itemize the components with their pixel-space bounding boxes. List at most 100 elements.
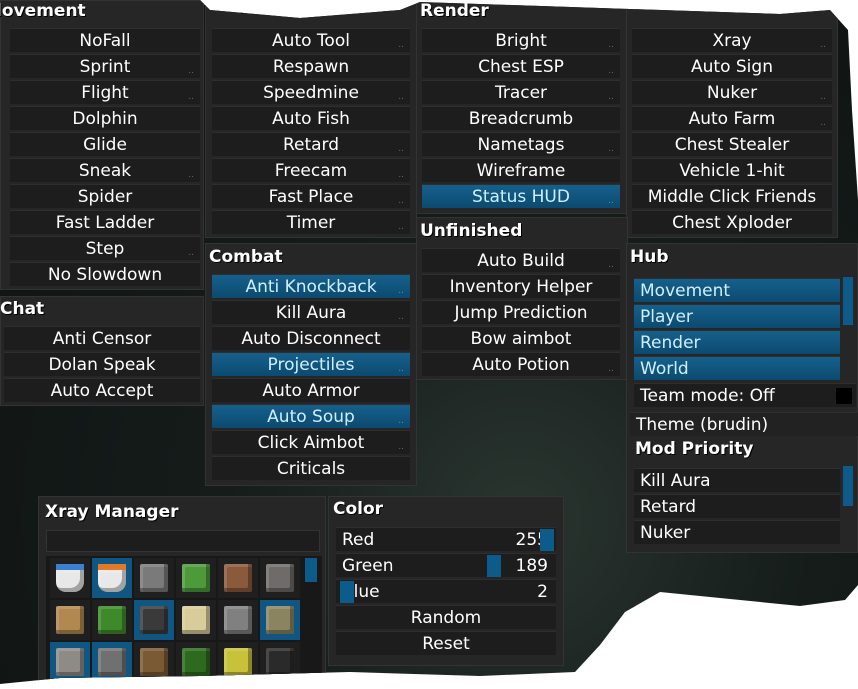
settings-dots-icon[interactable]: .. bbox=[608, 41, 614, 50]
module-breadcrumb[interactable]: Breadcrumb bbox=[422, 106, 620, 130]
module-auto-sign[interactable]: Auto Sign bbox=[632, 54, 832, 78]
module-spider[interactable]: Spider bbox=[10, 184, 200, 208]
settings-dots-icon[interactable]: .. bbox=[188, 93, 194, 102]
mod-priority-scrollbar[interactable] bbox=[843, 466, 853, 506]
module-auto-farm[interactable]: Auto Farm.. bbox=[632, 106, 832, 130]
module-jump-prediction[interactable]: Jump Prediction bbox=[422, 300, 620, 324]
team-mode-checkbox[interactable] bbox=[836, 388, 852, 404]
module-nuker[interactable]: Nuker.. bbox=[632, 80, 832, 104]
module-sprint[interactable]: Sprint.. bbox=[10, 54, 200, 78]
module-timer[interactable]: Timer.. bbox=[212, 210, 410, 234]
module-nametags[interactable]: Nametags.. bbox=[422, 132, 620, 156]
random-button[interactable]: Random bbox=[336, 605, 556, 629]
module-nofall[interactable]: NoFall bbox=[10, 28, 200, 52]
mod-priority-item[interactable]: Retard bbox=[634, 494, 840, 518]
xray-block-grass[interactable] bbox=[176, 558, 216, 598]
module-anti-knockback[interactable]: Anti Knockback.. bbox=[212, 274, 410, 298]
module-chest-esp[interactable]: Chest ESP.. bbox=[422, 54, 620, 78]
settings-dots-icon[interactable]: .. bbox=[188, 67, 194, 76]
xray-block-planks[interactable] bbox=[50, 600, 90, 640]
xray-block-water-bucket[interactable] bbox=[50, 558, 90, 598]
reset-button[interactable]: Reset bbox=[336, 631, 556, 655]
team-mode-toggle[interactable]: Team mode: Off bbox=[634, 383, 856, 407]
module-middle-click-friends[interactable]: Middle Click Friends bbox=[632, 184, 832, 208]
settings-dots-icon[interactable]: .. bbox=[398, 443, 404, 452]
settings-dots-icon[interactable]: .. bbox=[188, 171, 194, 180]
module-inventory-helper[interactable]: Inventory Helper bbox=[422, 274, 620, 298]
xray-block-sandstone[interactable] bbox=[176, 600, 216, 640]
xray-block-coal-ore[interactable] bbox=[134, 600, 174, 640]
module-bright[interactable]: Bright.. bbox=[422, 28, 620, 52]
red-slider[interactable]: Red 255 bbox=[336, 527, 556, 551]
mod-priority-item[interactable]: Kill Aura bbox=[634, 468, 840, 492]
settings-dots-icon[interactable]: .. bbox=[608, 67, 614, 76]
settings-dots-icon[interactable]: .. bbox=[398, 41, 404, 50]
theme-button[interactable]: Theme (brudin) bbox=[630, 412, 858, 436]
hub-category-player[interactable]: Player bbox=[634, 304, 840, 328]
settings-dots-icon[interactable]: .. bbox=[820, 41, 826, 50]
module-vehicle-1-hit[interactable]: Vehicle 1-hit bbox=[632, 158, 832, 182]
hub-category-render[interactable]: Render bbox=[634, 330, 840, 354]
xray-block-lava-bucket[interactable] bbox=[92, 558, 132, 598]
module-speedmine[interactable]: Speedmine.. bbox=[212, 80, 410, 104]
module-glide[interactable]: Glide bbox=[10, 132, 200, 156]
settings-dots-icon[interactable]: .. bbox=[398, 197, 404, 206]
hub-category-movement[interactable]: Movement bbox=[634, 278, 840, 302]
slider-thumb[interactable] bbox=[487, 555, 502, 577]
settings-dots-icon[interactable]: .. bbox=[398, 417, 404, 426]
module-auto-accept[interactable]: Auto Accept bbox=[4, 378, 200, 402]
settings-dots-icon[interactable]: .. bbox=[820, 119, 826, 128]
settings-dots-icon[interactable]: .. bbox=[608, 261, 614, 270]
settings-dots-icon[interactable]: .. bbox=[398, 287, 404, 296]
module-dolan-speak[interactable]: Dolan Speak bbox=[4, 352, 200, 376]
module-bow-aimbot[interactable]: Bow aimbot bbox=[422, 326, 620, 350]
xray-block-cobblestone[interactable] bbox=[218, 600, 258, 640]
settings-dots-icon[interactable]: .. bbox=[608, 197, 614, 206]
module-auto-disconnect[interactable]: Auto Disconnect bbox=[212, 326, 410, 350]
xray-block-gravel[interactable] bbox=[260, 558, 300, 598]
module-wireframe[interactable]: Wireframe bbox=[422, 158, 620, 182]
xray-block-iron-ore[interactable] bbox=[50, 642, 90, 682]
module-sneak[interactable]: Sneak.. bbox=[10, 158, 200, 182]
hub-scrollbar[interactable] bbox=[843, 277, 853, 325]
module-auto-tool[interactable]: Auto Tool.. bbox=[212, 28, 410, 52]
module-projectiles[interactable]: Projectiles.. bbox=[212, 352, 410, 376]
mod-priority-item[interactable]: Nuker bbox=[634, 520, 840, 544]
settings-dots-icon[interactable]: .. bbox=[820, 93, 826, 102]
module-step[interactable]: Step.. bbox=[10, 236, 200, 260]
module-respawn[interactable]: Respawn bbox=[212, 54, 410, 78]
module-auto-build[interactable]: Auto Build.. bbox=[422, 248, 620, 272]
module-auto-soup[interactable]: Auto Soup.. bbox=[212, 404, 410, 428]
slider-thumb[interactable] bbox=[340, 581, 355, 603]
xray-block-ore[interactable] bbox=[92, 642, 132, 682]
module-retard[interactable]: Retard.. bbox=[212, 132, 410, 156]
xray-block-sapling[interactable] bbox=[92, 600, 132, 640]
module-auto-fish[interactable]: Auto Fish bbox=[212, 106, 410, 130]
xray-block-stone[interactable] bbox=[134, 558, 174, 598]
module-chest-stealer[interactable]: Chest Stealer bbox=[632, 132, 832, 156]
module-xray[interactable]: Xray.. bbox=[632, 28, 832, 52]
module-auto-armor[interactable]: Auto Armor bbox=[212, 378, 410, 402]
module-auto-potion[interactable]: Auto Potion.. bbox=[422, 352, 620, 376]
module-criticals[interactable]: Criticals bbox=[212, 456, 410, 480]
settings-dots-icon[interactable]: .. bbox=[398, 313, 404, 322]
green-slider[interactable]: Green 189 bbox=[336, 553, 556, 577]
module-kill-aura[interactable]: Kill Aura.. bbox=[212, 300, 410, 324]
module-freecam[interactable]: Freecam.. bbox=[212, 158, 410, 182]
slider-thumb[interactable] bbox=[540, 529, 554, 551]
module-fast-ladder[interactable]: Fast Ladder bbox=[10, 210, 200, 234]
settings-dots-icon[interactable]: .. bbox=[608, 145, 614, 154]
module-tracer[interactable]: Tracer.. bbox=[422, 80, 620, 104]
xray-block-dirt[interactable] bbox=[218, 558, 258, 598]
module-click-aimbot[interactable]: Click Aimbot.. bbox=[212, 430, 410, 454]
module-flight[interactable]: Flight.. bbox=[10, 80, 200, 104]
xray-block-glass[interactable] bbox=[260, 642, 300, 682]
xray-scrollbar[interactable] bbox=[305, 558, 317, 582]
settings-dots-icon[interactable]: .. bbox=[398, 365, 404, 374]
module-status-hud[interactable]: Status HUD.. bbox=[422, 184, 620, 208]
module-no-slowdown[interactable]: No Slowdown bbox=[10, 262, 200, 286]
xray-search-input[interactable] bbox=[46, 530, 320, 552]
settings-dots-icon[interactable]: .. bbox=[398, 93, 404, 102]
blue-slider[interactable]: Blue 2 bbox=[336, 579, 556, 603]
settings-dots-icon[interactable]: .. bbox=[608, 365, 614, 374]
